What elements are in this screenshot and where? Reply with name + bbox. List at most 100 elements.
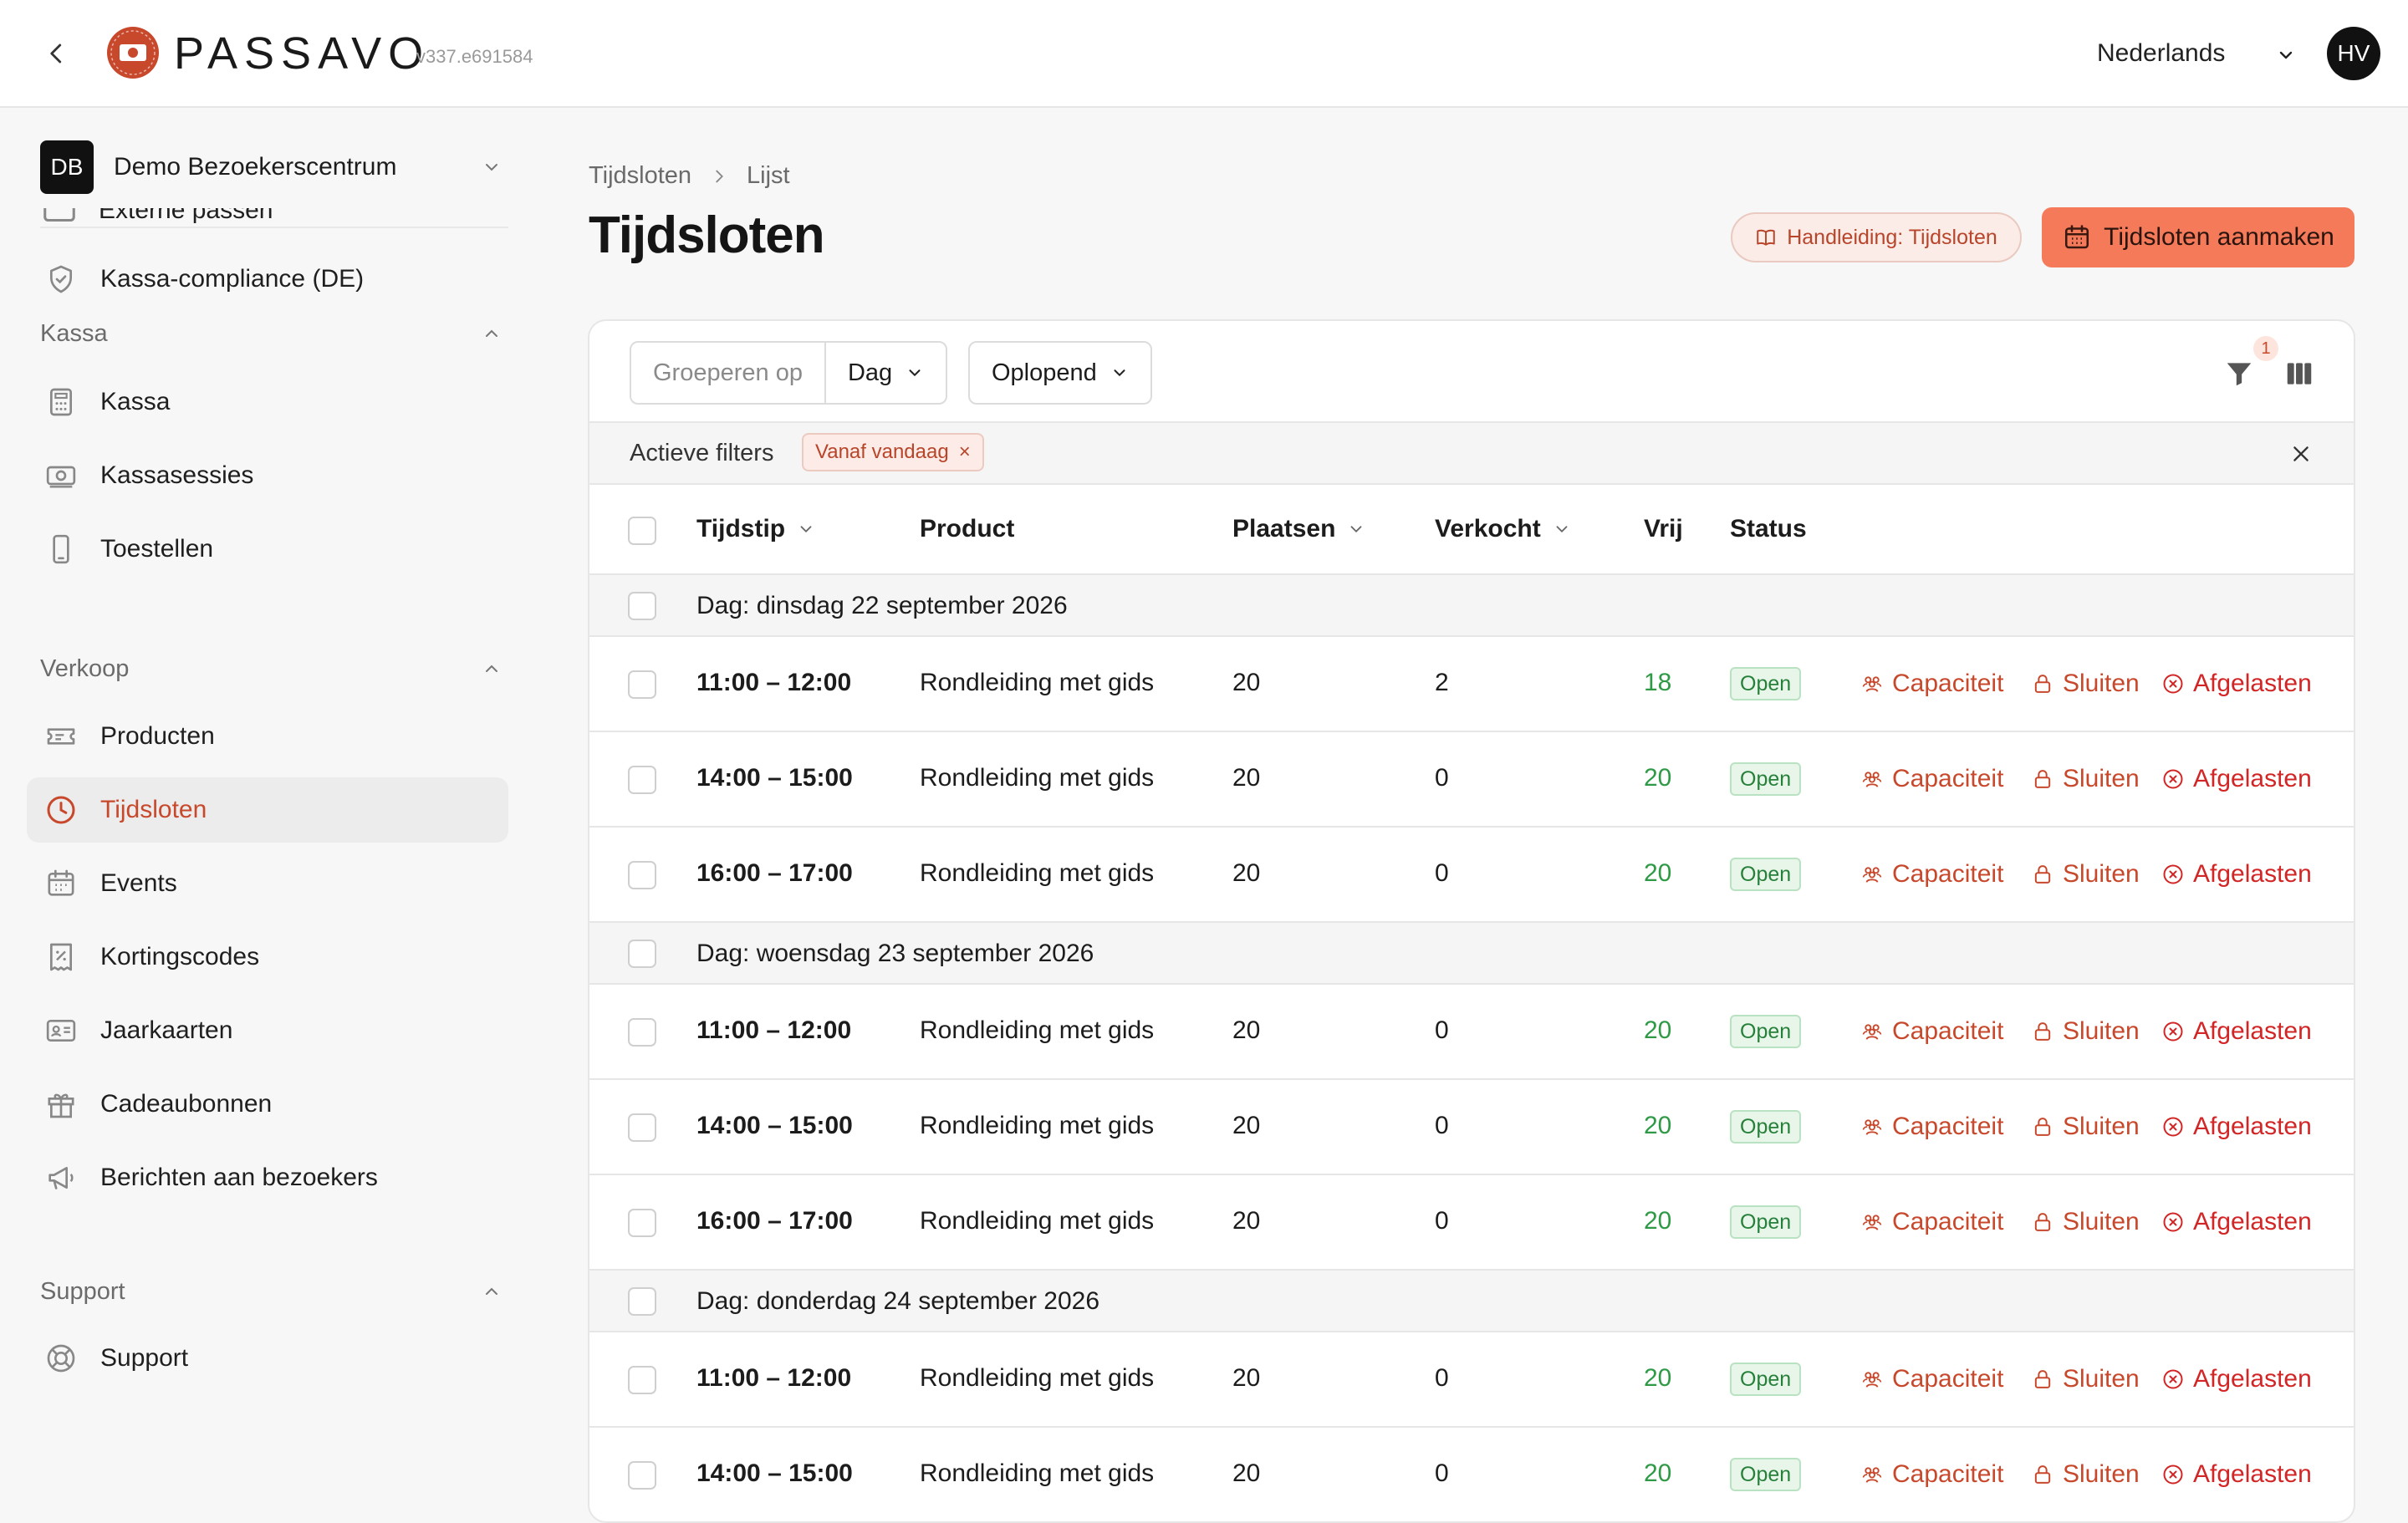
table-row[interactable]: 11:00 – 12:00 Rondleiding met gids 20 0 …	[589, 1332, 2354, 1428]
sidebar-item-kassasessies[interactable]: Kassasessies	[27, 443, 508, 508]
row-checkbox[interactable]	[628, 766, 656, 794]
row-checkbox[interactable]	[628, 1113, 656, 1142]
cancel-slot-button[interactable]: Afgelasten	[2161, 1458, 2312, 1491]
group-label: Dag: dinsdag 22 september 2026	[696, 592, 1068, 619]
status-badge: Open	[1730, 667, 1802, 700]
close-icon[interactable]	[2283, 436, 2319, 471]
group-row: Dag: donderdag 24 september 2026	[589, 1271, 2354, 1332]
sidebar-item-support[interactable]: Support	[27, 1326, 508, 1391]
group-checkbox[interactable]	[628, 940, 656, 968]
table-row[interactable]: 14:00 – 15:00 Rondleiding met gids 20 0 …	[589, 1428, 2354, 1521]
cancel-slot-button[interactable]: Afgelasten	[2161, 762, 2312, 796]
capacity-button[interactable]: Capaciteit	[1860, 1015, 2003, 1048]
capacity-button[interactable]: Capaciteit	[1860, 1205, 2003, 1239]
close-slot-button[interactable]: Sluiten	[2031, 1363, 2140, 1396]
table-row[interactable]: 14:00 – 15:00 Rondleiding met gids 20 0 …	[589, 732, 2354, 828]
sidebar-item-kassa[interactable]: Kassa	[27, 369, 508, 435]
discount-icon	[42, 938, 80, 976]
free-count: 18	[1644, 669, 1672, 696]
table-row[interactable]: 16:00 – 17:00 Rondleiding met gids 20 0 …	[589, 1175, 2354, 1271]
organization-switcher[interactable]: DB Demo Bezoekerscentrum	[40, 140, 508, 195]
table-toolbar: Groeperen op Dag Oplopend 1	[589, 321, 2354, 423]
user-avatar[interactable]: HV	[2327, 27, 2380, 80]
group-by-select[interactable]: Dag	[826, 343, 946, 403]
sidebar-item-label: Berichten aan bezoekers	[100, 1164, 378, 1191]
row-checkbox[interactable]	[628, 1209, 656, 1237]
remove-filter-icon[interactable]: ×	[959, 441, 971, 464]
close-slot-button[interactable]: Sluiten	[2031, 1015, 2140, 1048]
table-row[interactable]: 11:00 – 12:00 Rondleiding met gids 20 2 …	[589, 637, 2354, 732]
users-icon	[1860, 1020, 1884, 1043]
sidebar-item-berichten[interactable]: Berichten aan bezoekers	[27, 1145, 508, 1210]
select-all-checkbox[interactable]	[628, 517, 656, 545]
language-selector[interactable]: Nederlands	[2097, 37, 2225, 70]
column-header-tijdstip[interactable]: Tijdstip	[696, 515, 815, 543]
capacity-button[interactable]: Capaciteit	[1860, 667, 2003, 700]
timeslot-time: 11:00 – 12:00	[696, 1016, 852, 1044]
column-header-verkocht[interactable]: Verkocht	[1435, 515, 1571, 543]
sidebar-item-producten[interactable]: Producten	[27, 704, 508, 769]
cancel-slot-button[interactable]: Afgelasten	[2161, 1110, 2312, 1144]
cancel-slot-button[interactable]: Afgelasten	[2161, 1205, 2312, 1239]
cancel-slot-button[interactable]: Afgelasten	[2161, 1015, 2312, 1048]
section-verkoop[interactable]: Verkoop	[40, 650, 508, 687]
lock-icon	[2031, 863, 2054, 886]
sidebar-item-tijdsloten[interactable]: Tijdsloten	[27, 777, 508, 843]
close-slot-button[interactable]: Sluiten	[2031, 1205, 2140, 1239]
row-checkbox[interactable]	[628, 670, 656, 699]
sidebar-item-externe-passen[interactable]: Externe passen	[40, 208, 508, 227]
capacity-button[interactable]: Capaciteit	[1860, 1363, 2003, 1396]
columns-icon[interactable]	[2280, 354, 2319, 393]
create-timeslots-button[interactable]: Tijdsloten aanmaken	[2042, 207, 2354, 267]
sold-count: 0	[1435, 1016, 1449, 1044]
sold-count: 0	[1435, 1207, 1449, 1235]
book-icon	[1755, 227, 1777, 248]
sort-order-select[interactable]: Oplopend	[968, 341, 1152, 405]
close-slot-button[interactable]: Sluiten	[2031, 858, 2140, 891]
row-checkbox[interactable]	[628, 1461, 656, 1490]
gift-icon	[42, 1085, 80, 1123]
row-checkbox[interactable]	[628, 1018, 656, 1047]
row-checkbox[interactable]	[628, 861, 656, 889]
section-kassa[interactable]: Kassa	[40, 315, 508, 352]
group-checkbox[interactable]	[628, 1287, 656, 1316]
sidebar-item-events[interactable]: Events	[27, 851, 508, 916]
x-circle-icon	[2161, 672, 2185, 695]
row-checkbox[interactable]	[628, 1366, 656, 1394]
status-badge: Open	[1730, 1458, 1802, 1491]
sidebar-item-cadeaubonnen[interactable]: Cadeaubonnen	[27, 1072, 508, 1137]
filter-chip[interactable]: Vanaf vandaag ×	[802, 433, 984, 471]
chevron-down-icon[interactable]	[2269, 38, 2303, 72]
capacity-button[interactable]: Capaciteit	[1860, 858, 2003, 891]
filter-icon[interactable]	[2220, 354, 2258, 393]
cancel-slot-button[interactable]: Afgelasten	[2161, 858, 2312, 891]
manual-button[interactable]: Handleiding: Tijdsloten	[1731, 212, 2022, 262]
capacity-button[interactable]: Capaciteit	[1860, 1110, 2003, 1144]
seats-count: 20	[1232, 1207, 1261, 1235]
table-row[interactable]: 14:00 – 15:00 Rondleiding met gids 20 0 …	[589, 1080, 2354, 1175]
sidebar-item-kortingscodes[interactable]: Kortingscodes	[27, 924, 508, 990]
cancel-slot-button[interactable]: Afgelasten	[2161, 667, 2312, 700]
back-icon[interactable]	[37, 33, 77, 74]
capacity-button[interactable]: Capaciteit	[1860, 1458, 2003, 1491]
breadcrumb-item[interactable]: Tijdsloten	[589, 162, 691, 190]
close-slot-button[interactable]: Sluiten	[2031, 762, 2140, 796]
sidebar-item-label: Events	[100, 869, 177, 897]
close-slot-button[interactable]: Sluiten	[2031, 1458, 2140, 1491]
chevron-up-icon	[475, 317, 508, 350]
table-row[interactable]: 16:00 – 17:00 Rondleiding met gids 20 0 …	[589, 828, 2354, 923]
group-checkbox[interactable]	[628, 592, 656, 620]
chevron-down-icon	[797, 520, 815, 538]
close-slot-button[interactable]: Sluiten	[2031, 1110, 2140, 1144]
sidebar-item-toestellen[interactable]: Toestellen	[27, 517, 508, 582]
table-row[interactable]: 11:00 – 12:00 Rondleiding met gids 20 0 …	[589, 985, 2354, 1080]
sidebar-item-jaarkaarten[interactable]: Jaarkaarten	[27, 998, 508, 1063]
capacity-button[interactable]: Capaciteit	[1860, 762, 2003, 796]
close-slot-button[interactable]: Sluiten	[2031, 667, 2140, 700]
sidebar-item-kassa-compliance[interactable]: Kassa-compliance (DE)	[27, 247, 508, 312]
passavo-logo-icon[interactable]	[105, 25, 161, 80]
cancel-slot-button[interactable]: Afgelasten	[2161, 1363, 2312, 1396]
sold-count: 0	[1435, 764, 1449, 792]
column-header-plaatsen[interactable]: Plaatsen	[1232, 515, 1365, 543]
section-support[interactable]: Support	[40, 1273, 508, 1310]
